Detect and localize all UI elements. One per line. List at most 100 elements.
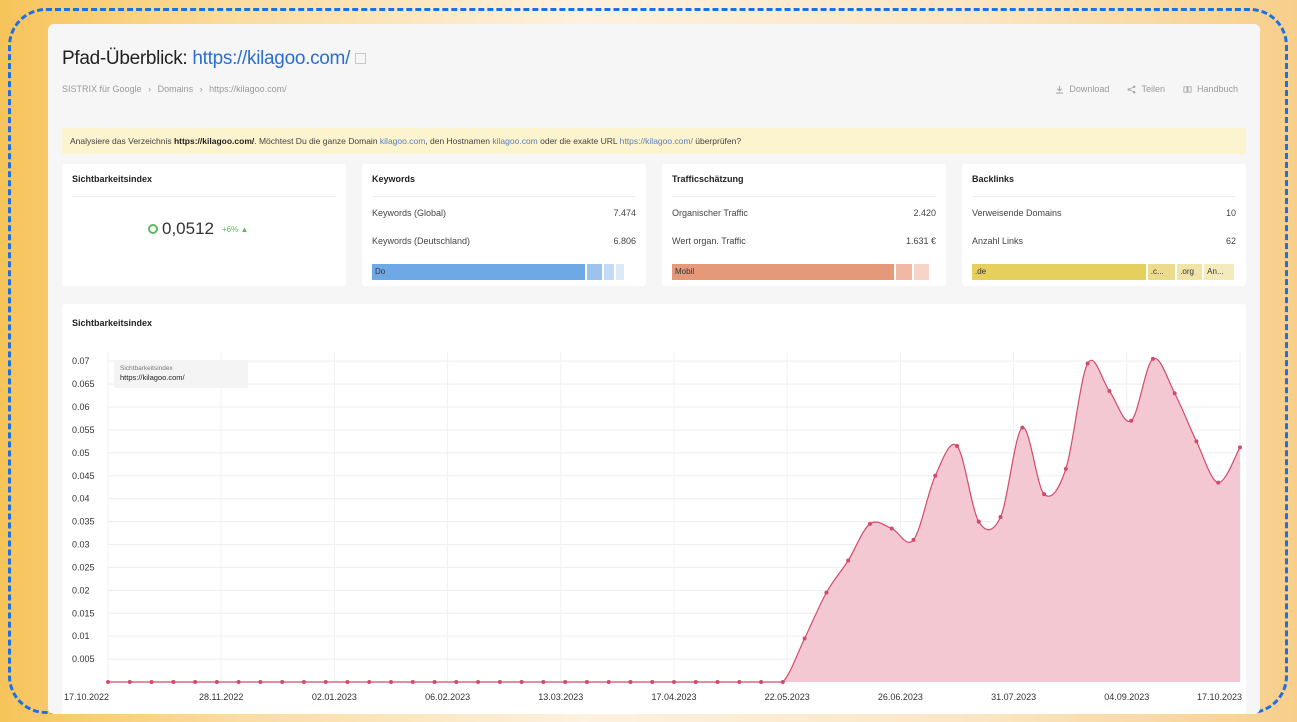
link-count-row[interactable]: Anzahl Links 62 xyxy=(972,236,1236,246)
notice-hostname-link[interactable]: kilagoo.com xyxy=(492,136,537,146)
traffic-device-bar[interactable]: Mobil xyxy=(672,264,936,280)
notice-text: oder die exakte URL xyxy=(537,136,620,146)
data-point xyxy=(519,680,524,684)
x-tick-label: 26.06.2023 xyxy=(878,692,923,702)
external-link-icon[interactable] xyxy=(355,53,367,65)
data-point xyxy=(780,680,785,684)
bar-segment[interactable] xyxy=(604,264,615,280)
y-tick-label: 0.02 xyxy=(72,585,90,595)
traffic-value-row[interactable]: Wert organ. Traffic 1.631 € xyxy=(672,236,936,246)
bar-segment[interactable]: .c... xyxy=(1147,264,1176,280)
notice-text: überprüfen? xyxy=(692,136,742,146)
data-point xyxy=(1129,418,1134,423)
visibility-change-badge: +6% ▲ xyxy=(222,224,249,234)
row-label: Keywords (Global) xyxy=(372,208,447,218)
data-point xyxy=(1042,492,1047,497)
notice-domain-link[interactable]: kilagoo.com xyxy=(380,136,425,146)
download-label: Download xyxy=(1069,84,1110,94)
data-point xyxy=(846,558,851,563)
page-card: Pfad-Überblick: https://kilagoo.com/ SIS… xyxy=(48,24,1260,714)
row-value: 10 xyxy=(1225,208,1236,218)
row-label: Anzahl Links xyxy=(972,236,1024,246)
referring-domains-row[interactable]: Verweisende Domains 10 xyxy=(972,208,1236,218)
data-point xyxy=(258,680,263,684)
bar-segment[interactable]: An... xyxy=(1204,264,1234,280)
backlinks-box-title: Backlinks xyxy=(972,174,1015,184)
data-point xyxy=(759,680,764,684)
data-point xyxy=(976,519,981,524)
analysis-notice: Analysiere das Verzeichnis https://kilag… xyxy=(62,128,1246,154)
divider xyxy=(72,196,336,197)
data-point xyxy=(737,680,742,684)
page-title: Pfad-Überblick: https://kilagoo.com/ xyxy=(62,48,367,70)
data-point xyxy=(672,680,676,684)
bar-segment[interactable]: Do xyxy=(372,264,585,280)
data-point xyxy=(955,443,959,448)
notice-url-link[interactable]: https://kilagoo.com/ xyxy=(620,136,693,146)
y-tick-label: 0.015 xyxy=(72,608,95,618)
visibility-value: 0,0512 +6% ▲ xyxy=(148,219,248,239)
y-tick-label: 0.025 xyxy=(72,562,95,572)
row-label: Verweisende Domains xyxy=(972,208,1062,218)
bar-segment[interactable]: Mobil xyxy=(672,264,895,280)
download-button[interactable]: Download xyxy=(1055,84,1109,94)
breadcrumb-item-sistrix[interactable]: SISTRIX für Google xyxy=(62,84,142,94)
bar-segment[interactable] xyxy=(913,264,930,280)
data-point xyxy=(193,680,198,684)
data-point xyxy=(889,526,894,531)
visibility-chart[interactable]: 0.005 0.01 0.015 0.02 0.025 0.03 0.035 0.04 0.04… xyxy=(62,304,1246,714)
notice-text: , den Hostnamen xyxy=(425,136,493,146)
data-point xyxy=(650,680,655,684)
data-point xyxy=(1063,466,1068,471)
notice-directory: https://kilagoo.com/ xyxy=(173,136,255,146)
x-tick-label: 17.10.2022 xyxy=(64,692,109,702)
data-point xyxy=(454,680,459,684)
bar-segment[interactable]: .org xyxy=(1177,264,1203,280)
y-tick-label: 0.065 xyxy=(72,379,95,389)
keywords-distribution-bar[interactable]: Do xyxy=(372,264,636,280)
data-point xyxy=(280,680,285,684)
breadcrumb-item-url[interactable]: https://kilagoo.com/ xyxy=(209,84,287,94)
y-tick-label: 0.04 xyxy=(72,494,90,504)
share-button[interactable]: Teilen xyxy=(1127,84,1165,94)
data-point xyxy=(541,680,546,684)
data-point xyxy=(106,680,110,684)
bar-segment[interactable] xyxy=(896,264,912,280)
backlinks-box: Backlinks Verweisende Domains 10 Anzahl … xyxy=(962,164,1246,286)
bar-segment[interactable] xyxy=(586,264,603,280)
data-point xyxy=(171,680,176,684)
breadcrumb-item-domains[interactable]: Domains xyxy=(158,84,194,94)
x-tick-label: 28.11.2022 xyxy=(199,692,243,702)
organic-traffic-row[interactable]: Organischer Traffic 2.420 xyxy=(672,208,936,218)
y-tick-label: 0.03 xyxy=(72,540,90,550)
data-point xyxy=(1085,361,1090,366)
row-value: 62 xyxy=(1225,236,1236,246)
y-tick-label: 0.06 xyxy=(72,402,90,412)
keywords-de-row[interactable]: Keywords (Deutschland) 6.806 xyxy=(372,236,636,246)
keywords-global-row[interactable]: Keywords (Global) 7.474 xyxy=(372,208,636,218)
notice-text: Analysiere das Verzeichnis xyxy=(70,136,174,146)
data-point xyxy=(1172,391,1177,396)
page-title-url-link[interactable]: https://kilagoo.com/ xyxy=(192,48,350,69)
visibility-status-icon xyxy=(148,224,158,234)
bar-segment[interactable] xyxy=(616,264,625,280)
traffic-box: Trafficschätzung Organischer Traffic 2.4… xyxy=(662,164,946,286)
data-point xyxy=(1194,439,1199,444)
share-label: Teilen xyxy=(1141,84,1165,94)
visibility-index-value: 0,0512 xyxy=(162,219,214,238)
data-point xyxy=(606,680,611,684)
tld-distribution-bar[interactable]: .de .c... .org An... xyxy=(972,264,1236,280)
row-value: 6.806 xyxy=(613,236,636,246)
y-tick-label: 0.07 xyxy=(72,356,90,366)
divider xyxy=(972,196,1236,197)
book-icon xyxy=(1183,85,1192,93)
data-point xyxy=(389,680,393,684)
data-point xyxy=(1020,425,1025,430)
y-tick-label: 0.01 xyxy=(72,631,90,641)
data-point xyxy=(1150,356,1155,361)
traffic-box-title: Trafficschätzung xyxy=(672,174,744,184)
manual-button[interactable]: Handbuch xyxy=(1183,84,1238,94)
data-point xyxy=(127,680,132,684)
bar-segment[interactable]: .de xyxy=(972,264,1146,280)
row-label: Organischer Traffic xyxy=(672,208,748,218)
